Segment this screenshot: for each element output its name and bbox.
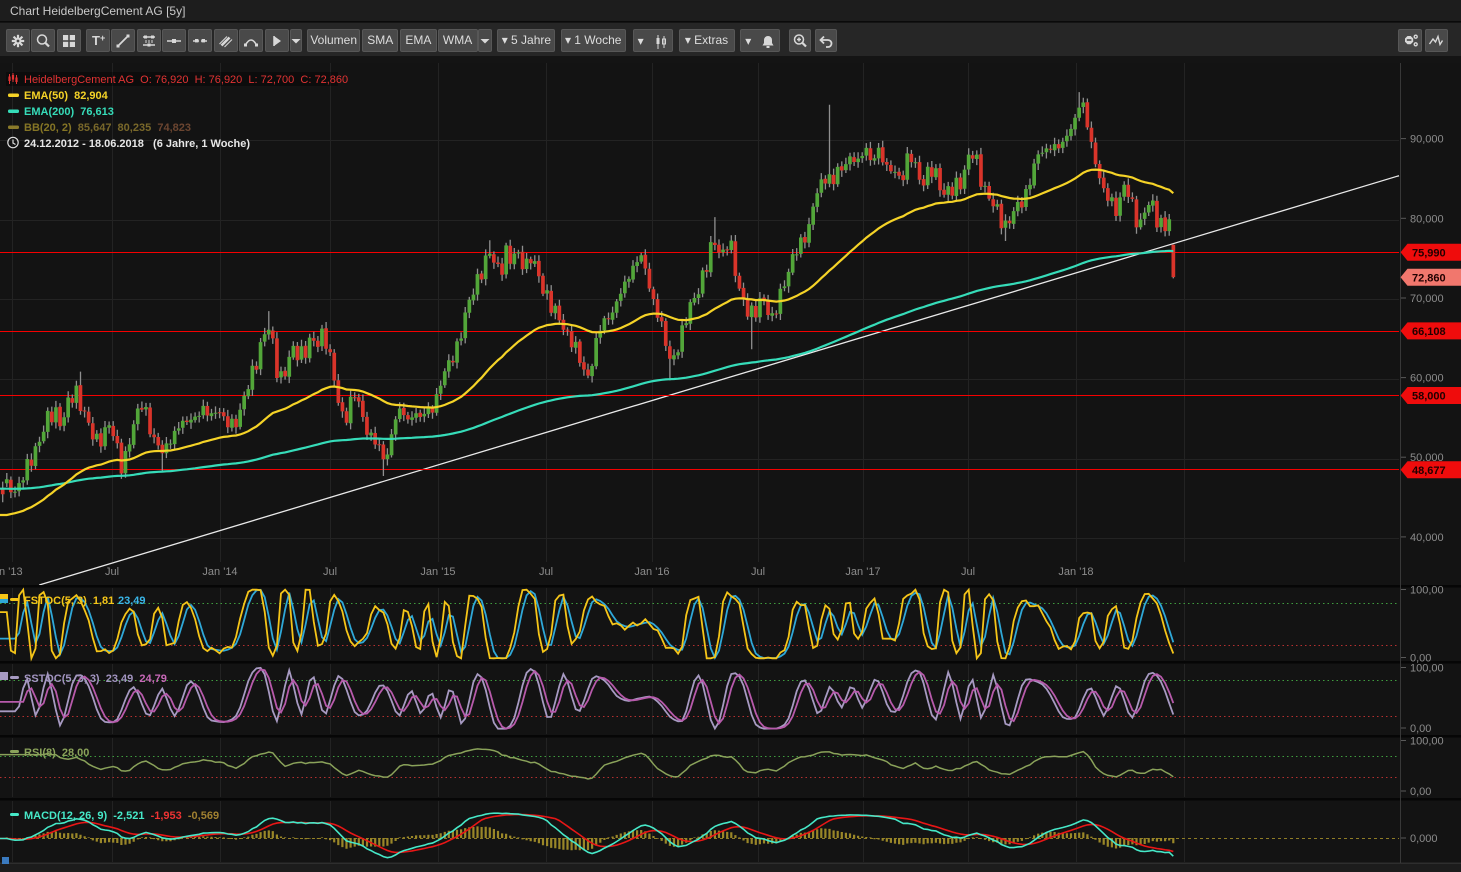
svg-text:0,00: 0,00 (1410, 786, 1431, 798)
svg-text:23,49: 23,49 (118, 595, 146, 607)
svg-text:75,990: 75,990 (1412, 247, 1446, 259)
svg-text:BB(20, 2) 85,647 80,235 74,: BB(20, 2) 85,647 80,235 74,823 (24, 122, 191, 134)
svg-text:Jan '14: Jan '14 (202, 566, 237, 578)
svg-text:FSTOC(5, 3) 1,81: FSTOC(5, 3) 1,81 (24, 595, 114, 607)
svg-text:0,000: 0,000 (1410, 833, 1438, 845)
svg-text:Jan '17: Jan '17 (845, 566, 880, 578)
svg-text:RSI(8) 28,00: RSI(8) 28,00 (24, 747, 89, 759)
svg-text:Jul: Jul (961, 566, 975, 578)
svg-text:Jan '18: Jan '18 (1058, 566, 1093, 578)
svg-text:Jul: Jul (539, 566, 553, 578)
svg-text:60,000: 60,000 (1410, 373, 1444, 385)
svg-text:90,000: 90,000 (1410, 134, 1444, 146)
svg-text:40,000: 40,000 (1410, 532, 1444, 544)
svg-text:HeidelbergCement AG O: 76,920: HeidelbergCement AG O: 76,920 H: 76,920 … (24, 74, 348, 86)
svg-text:Jul: Jul (105, 566, 119, 578)
svg-text:100,00: 100,00 (1410, 663, 1444, 675)
svg-text:58,000: 58,000 (1412, 391, 1446, 403)
svg-text:EMA(200) 76,613: EMA(200) 76,613 (24, 106, 114, 118)
svg-text:T: T (92, 33, 100, 48)
svg-text:48,677: 48,677 (1412, 465, 1446, 477)
svg-text:72,860: 72,860 (1412, 272, 1446, 284)
svg-text:EMA(50) 82,904: EMA(50) 82,904 (24, 90, 109, 102)
svg-text:MACD(12, 26, 9) -2,521 -1,95: MACD(12, 26, 9) -2,521 -1,953 -0,569 (24, 810, 219, 822)
svg-text:100,00: 100,00 (1410, 585, 1444, 597)
svg-text:0,00: 0,00 (1410, 723, 1431, 735)
svg-text:Jan '15: Jan '15 (420, 566, 455, 578)
svg-text:+: + (100, 33, 105, 43)
svg-text:Jan '13: Jan '13 (0, 566, 23, 578)
svg-text:66,108: 66,108 (1412, 326, 1446, 338)
svg-text:Jul: Jul (323, 566, 337, 578)
svg-text:Jul: Jul (751, 566, 765, 578)
svg-text:Jan '16: Jan '16 (634, 566, 669, 578)
svg-text:100,00: 100,00 (1410, 736, 1444, 748)
svg-text:24.12.2012 - 18.06.2018 (6 J: 24.12.2012 - 18.06.2018 (6 Jahre, 1 Woch… (24, 138, 250, 150)
svg-text:80,000: 80,000 (1410, 213, 1444, 225)
svg-text:SSTOC(5, 3, 3) 23,49 24,79: SSTOC(5, 3, 3) 23,49 24,79 (24, 673, 167, 685)
svg-text:70,000: 70,000 (1410, 293, 1444, 305)
